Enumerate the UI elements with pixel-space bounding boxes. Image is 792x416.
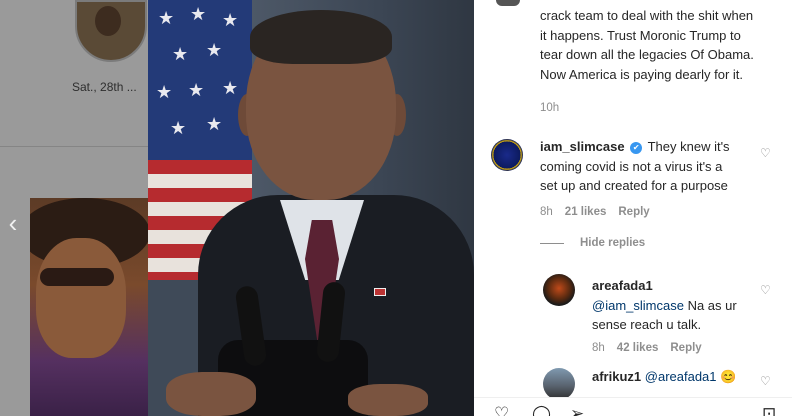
reply-time: 8h [592, 342, 605, 354]
action-bar: ♡ ◯ ➢ ⊡ [474, 397, 792, 416]
reply-body: areafada1 @iam_slimcase Na as ur sense r… [592, 276, 762, 335]
post-photo: ★ ★ ★ ★ ★ ★ ★ ★ ★ ★ [148, 0, 474, 416]
reply-body: afrikuz1 @areafada1 😊 [592, 367, 762, 387]
story-avatar [75, 0, 147, 62]
reply-button[interactable]: Reply [618, 206, 649, 218]
divider [540, 242, 564, 244]
comment-text: coming covid is not a virus it's a [540, 158, 723, 174]
comment-text: crack team to deal with the shit when it… [540, 8, 754, 82]
mention-link[interactable]: @areafada1 [645, 369, 717, 384]
comment-time: 8h [540, 206, 553, 218]
reply-username[interactable]: afrikuz1 [592, 369, 641, 384]
comment-meta: 10h [540, 102, 559, 114]
comment-time: 10h [540, 102, 560, 114]
background-feed: Sat., 28th ... ‹ [0, 0, 148, 416]
bookmark-icon[interactable]: ⊡ [762, 405, 776, 416]
reply-text: sense reach u talk. [592, 317, 702, 332]
reply-text: Na as ur [683, 297, 737, 313]
reply-button[interactable]: Reply [670, 342, 701, 354]
reply-username[interactable]: areafada1 [592, 278, 653, 293]
comment-body: iam_slimcase ✔ They knew it's coming cov… [540, 137, 760, 196]
comment-text: They knew it's [647, 139, 730, 154]
background-photo [30, 198, 148, 416]
divider [0, 146, 148, 147]
comment-meta: 8h 21 likes Reply [540, 206, 650, 218]
comment-icon[interactable]: ◯ [532, 405, 551, 416]
heart-icon[interactable]: ♡ [760, 146, 771, 160]
comment-likes[interactable]: 21 likes [565, 206, 607, 218]
verified-icon: ✔ [630, 142, 643, 154]
hand [166, 372, 256, 416]
reply-likes[interactable]: 42 likes [617, 342, 659, 354]
avatar[interactable] [543, 368, 575, 400]
emoji: 😊 [720, 369, 737, 384]
heart-icon[interactable]: ♡ [760, 374, 771, 388]
heart-icon[interactable]: ♡ [494, 405, 509, 416]
avatar[interactable] [491, 139, 523, 171]
hand [348, 384, 428, 416]
background-date: Sat., 28th ... [72, 80, 137, 94]
reply-meta: 8h 42 likes Reply [592, 342, 702, 354]
avatar [496, 0, 520, 6]
hide-replies-button[interactable]: Hide replies [540, 237, 645, 249]
hair [250, 10, 392, 64]
chevron-left-icon[interactable]: ‹ [2, 208, 24, 238]
comment-text: set up and created for a purpose [540, 178, 728, 193]
flag-pin [374, 288, 386, 296]
instagram-post-viewer: Sat., 28th ... ‹ ★ ★ ★ ★ ★ ★ ★ ★ ★ ★ cra… [0, 0, 792, 416]
heart-icon[interactable]: ♡ [760, 283, 771, 297]
avatar[interactable] [543, 274, 575, 306]
share-icon[interactable]: ➢ [570, 405, 584, 416]
comment-username[interactable]: iam_slimcase [540, 139, 625, 154]
mention-link[interactable]: @iam_slimcase [592, 298, 684, 313]
